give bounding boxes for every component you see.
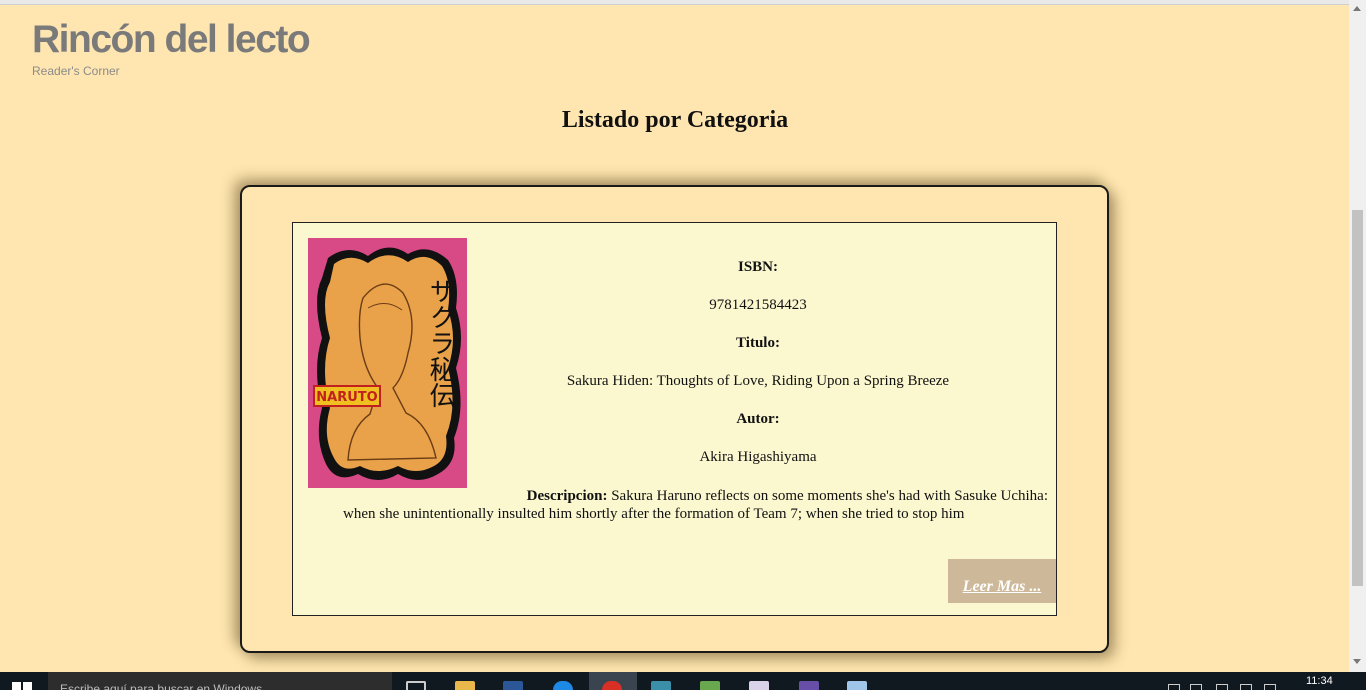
- book-cover-illustration: サクラ秘伝 NARUTO: [308, 238, 467, 488]
- tray-network-icon[interactable]: [1190, 684, 1202, 690]
- app-icon-4[interactable]: [799, 681, 819, 690]
- word-icon[interactable]: [503, 681, 523, 690]
- description-label: Descripcion:: [526, 488, 608, 504]
- site-title[interactable]: Rincón del lecto: [32, 18, 311, 62]
- title-value: Sakura Hiden: Thoughts of Love, Riding U…: [566, 373, 950, 389]
- title-label: Titulo:: [736, 335, 780, 351]
- app-icon-5[interactable]: [847, 681, 867, 690]
- tray-chevron-icon[interactable]: [1168, 684, 1180, 690]
- taskbar-search-placeholder: Escribe aquí para buscar en Windows: [60, 682, 263, 690]
- site-subtitle: Reader's Corner: [32, 64, 120, 78]
- tray-volume-icon[interactable]: [1240, 684, 1252, 690]
- scroll-up-icon[interactable]: [1353, 6, 1361, 11]
- scroll-down-icon[interactable]: [1353, 659, 1361, 664]
- book-card: サクラ秘伝 NARUTO ISBN: 9781421584423 Titulo:…: [292, 222, 1057, 616]
- browser-top-edge: [0, 0, 1366, 5]
- file-explorer-icon[interactable]: [455, 681, 475, 690]
- cover-title-text: サクラ秘伝: [425, 278, 455, 408]
- vertical-scrollbar[interactable]: [1349, 0, 1366, 672]
- taskbar: Escribe aquí para buscar en Windows 11:3…: [0, 672, 1366, 690]
- page-title: Listado por Categoria: [561, 107, 789, 133]
- author-label: Autor:: [736, 411, 780, 427]
- app-icon-3[interactable]: [749, 681, 769, 690]
- windows-start-icon[interactable]: [12, 682, 32, 690]
- tray-wifi-icon[interactable]: [1216, 684, 1228, 690]
- taskbar-search-box[interactable]: Escribe aquí para buscar en Windows: [48, 672, 392, 690]
- task-view-icon[interactable]: [406, 681, 426, 690]
- app-icon-1[interactable]: [651, 681, 671, 690]
- taskbar-clock[interactable]: 11:34: [1306, 675, 1333, 687]
- scrollbar-thumb[interactable]: [1352, 210, 1363, 586]
- edge-browser-icon[interactable]: [553, 681, 573, 690]
- book-cover-image[interactable]: サクラ秘伝 NARUTO: [308, 238, 467, 488]
- read-more-button[interactable]: Leer Mas ...: [948, 559, 1056, 603]
- description-text-1: Sakura Haruno reflects on some moments s…: [611, 488, 1048, 504]
- author-value: Akira Higashiyama: [699, 449, 817, 465]
- tray-keyboard-icon[interactable]: [1264, 684, 1276, 690]
- isbn-value: 9781421584423: [709, 297, 807, 313]
- chrome-icon[interactable]: [602, 681, 622, 690]
- app-icon-2[interactable]: [700, 681, 720, 690]
- description-line-1: Descripcion: Sakura Haruno reflects on s…: [323, 487, 1048, 506]
- cover-brand-text: NARUTO: [316, 390, 377, 405]
- isbn-label: ISBN:: [737, 259, 778, 275]
- description-text-2: when she unintentionally insulted him sh…: [343, 506, 965, 522]
